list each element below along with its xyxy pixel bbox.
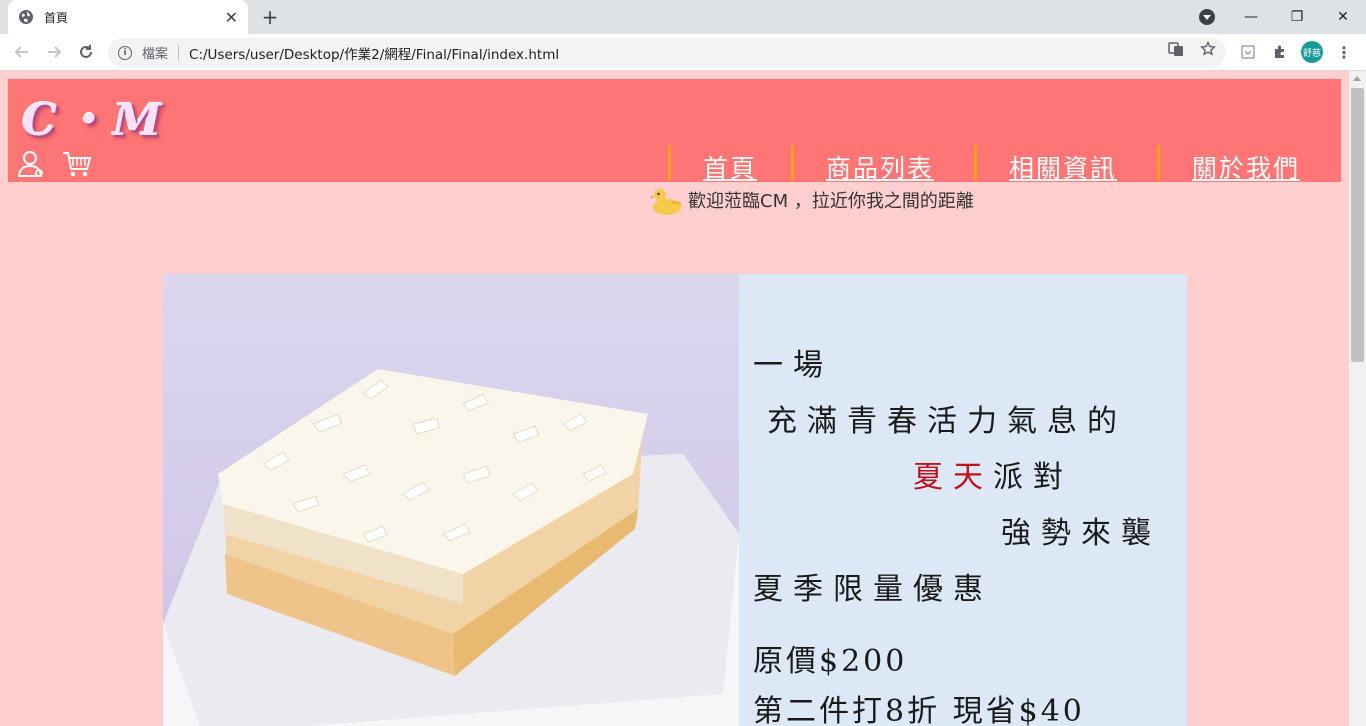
forward-arrow-icon[interactable]	[42, 40, 66, 64]
nav-divider	[791, 145, 794, 181]
browser-toolbar: i 檔案 C:/Users/user/Desktop/作業2/網程/Final/…	[0, 34, 1366, 71]
nav-item-info[interactable]: 相關資訊	[1009, 149, 1117, 185]
bookmark-star-icon[interactable]	[1199, 40, 1217, 58]
nav-item-about[interactable]: 關於我們	[1192, 149, 1300, 185]
reload-icon[interactable]	[74, 40, 98, 64]
extensions-puzzle-icon[interactable]	[1271, 43, 1289, 61]
cake-image	[163, 369, 739, 726]
cake-photo	[163, 274, 739, 726]
page-scrollbar[interactable]	[1349, 71, 1366, 726]
promo-line-3: 夏天派對	[913, 452, 1073, 496]
site-logo[interactable]: C・M	[22, 84, 168, 148]
translate-icon[interactable]	[1167, 40, 1185, 58]
info-icon[interactable]: i	[118, 45, 132, 60]
promo-line-4: 強勢來襲	[1001, 516, 1161, 551]
cart-icon[interactable]	[61, 149, 93, 179]
duck-icon	[650, 189, 682, 215]
nav-item-products[interactable]: 商品列表	[826, 149, 934, 185]
page-viewport: C・M 首頁 商品列表 相關資訊 關於我們 歡迎蒞臨CM ，拉近你我之間的距離 …	[0, 71, 1349, 726]
close-window-button[interactable]: ✕	[1320, 0, 1366, 34]
menu-kebab-icon[interactable]: ⋮	[1335, 43, 1353, 62]
promo-original-price: 原價$200	[753, 644, 908, 679]
security-label: 檔案	[142, 47, 169, 62]
promo-highlight-summer: 夏天	[913, 460, 993, 495]
new-tab-button[interactable]: +	[258, 5, 282, 29]
nav-item-home[interactable]: 首頁	[703, 149, 757, 185]
close-tab-icon[interactable]: ✕	[225, 8, 238, 27]
address-divider	[178, 44, 180, 61]
tab-search-icon[interactable]	[1199, 9, 1215, 25]
address-bar[interactable]: i 檔案 C:/Users/user/Desktop/作業2/網程/Final/…	[108, 38, 1226, 67]
promo-line-2: 充滿青春活力氣息的	[767, 404, 1127, 439]
nav-divider	[1157, 145, 1160, 181]
promo-line-1: 一場	[753, 348, 833, 383]
promo-discount: 第二件打8折 現省$40	[753, 694, 1085, 726]
promo-line-5: 夏季限量優惠	[753, 572, 993, 607]
browser-tab-strip: 首頁 ✕ + — ❐ ✕	[0, 0, 1366, 34]
profile-avatar[interactable]: 舒慈	[1301, 41, 1323, 63]
back-arrow-icon[interactable]	[10, 40, 34, 64]
scroll-up-arrow-icon[interactable]	[1353, 76, 1361, 81]
browser-tab[interactable]: 首頁 ✕	[8, 0, 248, 34]
nav-divider	[668, 145, 671, 181]
minimize-button[interactable]: —	[1228, 0, 1274, 34]
welcome-banner: 歡迎蒞臨CM ，拉近你我之間的距離	[650, 183, 974, 217]
welcome-text: 歡迎蒞臨CM ，拉近你我之間的距離	[688, 191, 974, 212]
tab-title: 首頁	[44, 10, 69, 25]
extension-page-icon[interactable]	[1239, 43, 1257, 61]
site-header: C・M 首頁 商品列表 相關資訊 關於我們	[8, 79, 1341, 185]
promo-line-3-rest: 派對	[993, 460, 1073, 495]
promo-banner[interactable]: 一場 充滿青春活力氣息的 夏天派對 強勢來襲 夏季限量優惠 原價$200 第二件…	[163, 274, 1187, 726]
scrollbar-thumb[interactable]	[1351, 88, 1364, 362]
url-text[interactable]: C:/Users/user/Desktop/作業2/網程/Final/Final…	[189, 43, 559, 63]
nav-divider	[974, 145, 977, 181]
promo-copy: 一場 充滿青春活力氣息的 夏天派對 強勢來襲 夏季限量優惠 原價$200 第二件…	[739, 274, 1187, 726]
globe-icon	[19, 10, 33, 24]
user-icon[interactable]	[16, 149, 48, 179]
restore-button[interactable]: ❐	[1274, 0, 1320, 34]
